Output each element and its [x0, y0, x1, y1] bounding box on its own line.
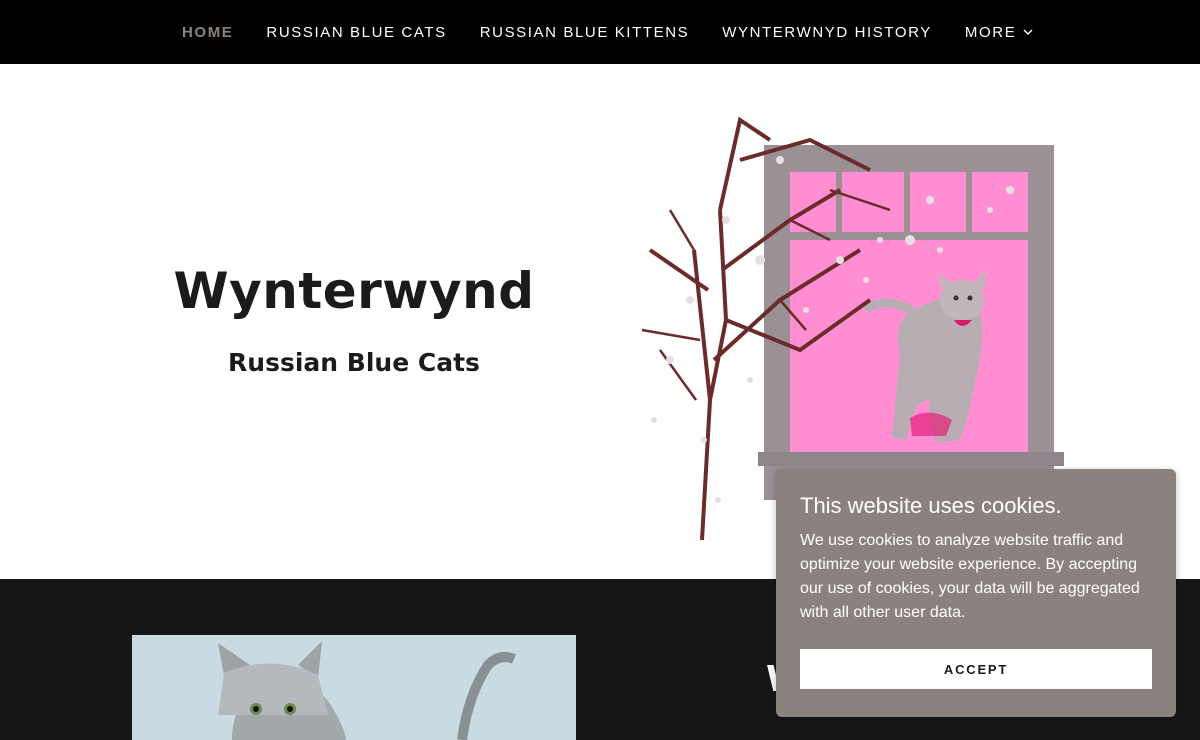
top-nav-bar: HOME RUSSIAN BLUE CATS RUSSIAN BLUE KITT…: [0, 0, 1200, 64]
nav-item-home[interactable]: HOME: [182, 24, 233, 41]
cookie-banner: This website uses cookies. We use cookie…: [776, 469, 1176, 717]
cookie-title: This website uses cookies.: [800, 493, 1062, 518]
nav-menu: HOME RUSSIAN BLUE CATS RUSSIAN BLUE KITT…: [182, 0, 1067, 64]
site-title: Wynterwynd: [173, 262, 535, 320]
nav-item-label: WYNTERWNYD HISTORY: [722, 23, 932, 41]
site-subtitle: Russian Blue Cats: [228, 348, 480, 377]
nav-item-history[interactable]: WYNTERWNYD HISTORY: [722, 24, 932, 41]
nav-item-russian-blue-kittens[interactable]: RUSSIAN BLUE KITTENS: [480, 24, 690, 41]
nav-item-label: RUSSIAN BLUE KITTENS: [479, 23, 690, 41]
nav-item-label: RUSSIAN BLUE CATS: [266, 23, 447, 41]
nav-item-russian-blue-cats[interactable]: RUSSIAN BLUE CATS: [266, 24, 446, 41]
kitten-photo: [132, 635, 576, 740]
cookie-text: We use cookies to analyze website traffi…: [800, 532, 1140, 621]
nav-item-label: HOME: [182, 23, 234, 41]
nav-item-more[interactable]: MORE: [965, 24, 1034, 41]
nav-item-label: MORE: [964, 23, 1017, 41]
chevron-down-icon: [1023, 29, 1033, 35]
accept-button[interactable]: ACCEPT: [800, 649, 1152, 689]
